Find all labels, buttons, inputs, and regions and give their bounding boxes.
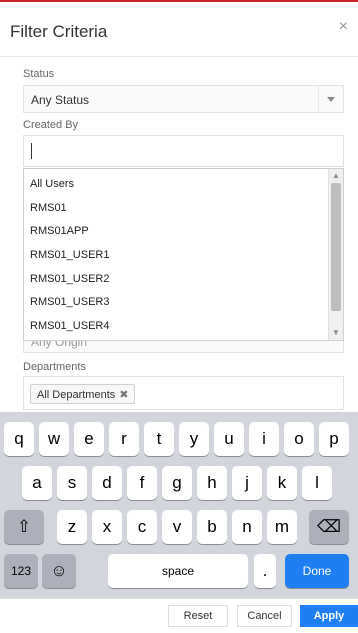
close-icon[interactable]: × xyxy=(339,18,348,36)
onscreen-keyboard: q w e r t y u i o p a s d f g h j k l ⇧ … xyxy=(0,412,358,598)
key-u[interactable]: u xyxy=(214,422,244,456)
key-t[interactable]: t xyxy=(144,422,174,456)
space-key[interactable]: space xyxy=(108,554,248,588)
scrollbar-thumb[interactable] xyxy=(331,183,341,311)
key-j[interactable]: j xyxy=(232,466,262,500)
dropdown-scrollbar[interactable]: ▲ ▼ xyxy=(328,169,343,340)
key-q[interactable]: q xyxy=(4,422,34,456)
dialog-header: Filter Criteria × xyxy=(0,2,358,57)
key-p[interactable]: p xyxy=(319,422,349,456)
dropdown-option[interactable]: RMS01_USER2 xyxy=(30,273,109,285)
dropdown-option[interactable]: RMS01_USER3 xyxy=(30,296,109,308)
key-g[interactable]: g xyxy=(162,466,192,500)
status-select[interactable]: Any Status xyxy=(23,85,344,113)
key-i[interactable]: i xyxy=(249,422,279,456)
scroll-up-icon[interactable]: ▲ xyxy=(332,172,340,180)
period-key[interactable]: . xyxy=(254,554,276,588)
key-h[interactable]: h xyxy=(197,466,227,500)
key-f[interactable]: f xyxy=(127,466,157,500)
departments-input[interactable]: All Departments ✖ xyxy=(23,376,344,410)
status-label: Status xyxy=(23,68,55,80)
status-value: Any Status xyxy=(31,93,90,107)
key-r[interactable]: r xyxy=(109,422,139,456)
chevron-down-icon xyxy=(318,86,343,112)
dropdown-option[interactable]: RMS01 xyxy=(30,202,67,214)
key-w[interactable]: w xyxy=(39,422,69,456)
dialog-footer: Reset Cancel Apply xyxy=(0,598,358,633)
key-s[interactable]: s xyxy=(57,466,87,500)
apply-button[interactable]: Apply xyxy=(300,605,358,627)
key-a[interactable]: a xyxy=(22,466,52,500)
key-n[interactable]: n xyxy=(232,510,262,544)
dropdown-option[interactable]: RMS01_USER4 xyxy=(30,320,109,332)
department-chip: All Departments ✖ xyxy=(30,384,136,404)
reset-button[interactable]: Reset xyxy=(168,605,228,627)
dropdown-option[interactable]: RMS01_USER1 xyxy=(30,249,109,261)
dropdown-option[interactable]: RMS01APP xyxy=(30,225,89,237)
done-key[interactable]: Done xyxy=(285,554,349,588)
backspace-key[interactable]: ⌫ xyxy=(309,510,349,544)
created-by-label: Created By xyxy=(23,119,79,131)
text-caret xyxy=(31,143,32,159)
department-chip-label: All Departments xyxy=(37,389,116,401)
key-m[interactable]: m xyxy=(267,510,297,544)
key-b[interactable]: b xyxy=(197,510,227,544)
key-y[interactable]: y xyxy=(179,422,209,456)
key-d[interactable]: d xyxy=(92,466,122,500)
remove-chip-icon[interactable]: ✖ xyxy=(119,389,128,401)
dropdown-option[interactable]: All Users xyxy=(30,178,74,190)
cancel-button[interactable]: Cancel xyxy=(237,605,292,627)
scroll-down-icon[interactable]: ▼ xyxy=(332,329,340,337)
dialog-title: Filter Criteria xyxy=(10,22,108,41)
departments-label: Departments xyxy=(23,361,86,373)
emoji-icon[interactable]: ☺ xyxy=(42,554,76,588)
key-v[interactable]: v xyxy=(162,510,192,544)
key-k[interactable]: k xyxy=(267,466,297,500)
key-o[interactable]: o xyxy=(284,422,314,456)
numbers-key[interactable]: 123 xyxy=(4,554,38,588)
key-l[interactable]: l xyxy=(302,466,332,500)
created-by-dropdown[interactable]: All Users RMS01 RMS01APP RMS01_USER1 RMS… xyxy=(23,168,344,341)
shift-key[interactable]: ⇧ xyxy=(4,510,44,544)
key-x[interactable]: x xyxy=(92,510,122,544)
key-c[interactable]: c xyxy=(127,510,157,544)
created-by-input[interactable] xyxy=(23,135,344,167)
key-e[interactable]: e xyxy=(74,422,104,456)
key-z[interactable]: z xyxy=(57,510,87,544)
